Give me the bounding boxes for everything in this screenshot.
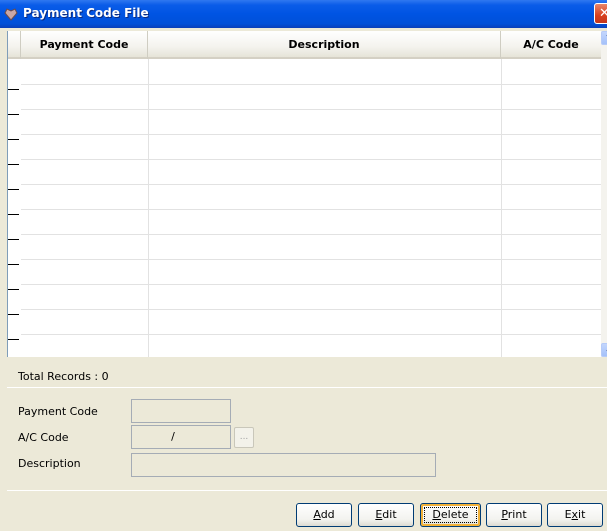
table-cell[interactable]: [21, 186, 148, 210]
table-row[interactable]: [21, 136, 601, 160]
print-button[interactable]: Print: [486, 503, 542, 527]
table-cell[interactable]: [501, 311, 601, 335]
row-indicator: [8, 114, 19, 115]
table-cell[interactable]: [501, 211, 601, 235]
exit-label-rest: it: [578, 508, 586, 521]
app-icon: [4, 8, 18, 21]
row-indicator: [8, 289, 19, 290]
table-cell[interactable]: [148, 261, 501, 285]
scroll-up-button[interactable]: ⌃: [601, 31, 607, 45]
table-row[interactable]: [21, 186, 601, 210]
table-cell[interactable]: [21, 136, 148, 160]
focus-ring: [424, 507, 477, 523]
table-cell[interactable]: [148, 286, 501, 310]
row-indicator: [8, 214, 19, 215]
table-row[interactable]: [21, 311, 601, 335]
table-row[interactable]: [21, 336, 601, 357]
table-cell[interactable]: [148, 111, 501, 135]
table-cell[interactable]: [501, 186, 601, 210]
exit-button[interactable]: Exit: [547, 503, 603, 527]
column-header-ac-code[interactable]: A/C Code: [501, 31, 601, 59]
payment-code-field[interactable]: [131, 399, 231, 423]
table-cell[interactable]: [501, 161, 601, 185]
row-indicator-header: [8, 31, 21, 59]
table-cell[interactable]: [501, 286, 601, 310]
table-cell[interactable]: [148, 86, 501, 110]
table-row[interactable]: [21, 86, 601, 110]
table-cell[interactable]: [148, 186, 501, 210]
table-cell[interactable]: [21, 86, 148, 110]
grid-header: Payment Code Description A/C Code: [8, 31, 601, 59]
payment-code-label: Payment Code: [18, 405, 98, 418]
table-row[interactable]: [21, 236, 601, 260]
row-indicator: [8, 139, 19, 140]
exit-label-pre: E: [564, 508, 572, 521]
description-field[interactable]: [131, 453, 436, 477]
table-cell[interactable]: [148, 136, 501, 160]
delete-button[interactable]: Delete: [420, 503, 481, 527]
table-cell[interactable]: [148, 336, 501, 357]
table-cell[interactable]: [21, 61, 148, 85]
ac-code-label: A/C Code: [18, 431, 69, 444]
table-row[interactable]: [21, 111, 601, 135]
table-cell[interactable]: [501, 336, 601, 357]
print-label-rest: rint: [507, 508, 527, 521]
table-cell[interactable]: [21, 161, 148, 185]
ac-code-field[interactable]: /: [131, 425, 231, 449]
table-cell[interactable]: [21, 211, 148, 235]
table-cell[interactable]: [21, 111, 148, 135]
row-indicator: [8, 164, 19, 165]
row-indicator: [8, 239, 19, 240]
payment-code-file-window: Payment Code File ✕ Payment Code Descrip…: [0, 0, 607, 531]
table-cell[interactable]: [501, 111, 601, 135]
table-row[interactable]: [21, 211, 601, 235]
divider: [7, 387, 607, 388]
total-records-label: Total Records : 0: [18, 370, 109, 383]
row-indicator: [8, 339, 19, 340]
table-cell[interactable]: [501, 61, 601, 85]
table-cell[interactable]: [148, 236, 501, 260]
table-cell[interactable]: [21, 336, 148, 357]
table-cell[interactable]: [148, 211, 501, 235]
table-cell[interactable]: [21, 261, 148, 285]
add-hotkey: A: [313, 508, 321, 521]
close-button[interactable]: ✕: [594, 3, 607, 24]
row-indicator: [8, 189, 19, 190]
table-cell[interactable]: [21, 236, 148, 260]
column-header-description[interactable]: Description: [148, 31, 501, 59]
window-title: Payment Code File: [23, 6, 149, 20]
table-cell[interactable]: [21, 286, 148, 310]
table-cell[interactable]: [501, 86, 601, 110]
edit-button[interactable]: Edit: [358, 503, 414, 527]
table-row[interactable]: [21, 61, 601, 85]
table-cell[interactable]: [501, 236, 601, 260]
divider: [7, 490, 607, 491]
table-cell[interactable]: [501, 136, 601, 160]
row-indicator: [8, 314, 19, 315]
row-indicator: [8, 89, 19, 90]
column-header-payment-code[interactable]: Payment Code: [21, 31, 148, 59]
description-label: Description: [18, 457, 81, 470]
row-indicator-column: [8, 59, 21, 357]
vertical-scrollbar[interactable]: ⌃ ⌄: [601, 31, 607, 357]
table-cell[interactable]: [148, 61, 501, 85]
scroll-down-button[interactable]: ⌄: [601, 343, 607, 357]
table-cell[interactable]: [21, 311, 148, 335]
table-row[interactable]: [21, 286, 601, 310]
table-cell[interactable]: [501, 261, 601, 285]
table-cell[interactable]: [148, 161, 501, 185]
table-cell[interactable]: [148, 311, 501, 335]
add-button[interactable]: Add: [296, 503, 352, 527]
ac-code-lookup-button[interactable]: ...: [234, 427, 254, 448]
add-label-rest: dd: [320, 508, 335, 521]
table-row[interactable]: [21, 161, 601, 185]
payment-code-grid[interactable]: Payment Code Description A/C Code ⌃: [7, 31, 607, 357]
close-icon: ✕: [599, 6, 607, 21]
row-indicator: [8, 264, 19, 265]
title-bar[interactable]: Payment Code File ✕: [0, 0, 607, 28]
edit-label-rest: dit: [382, 508, 397, 521]
table-row[interactable]: [21, 261, 601, 285]
